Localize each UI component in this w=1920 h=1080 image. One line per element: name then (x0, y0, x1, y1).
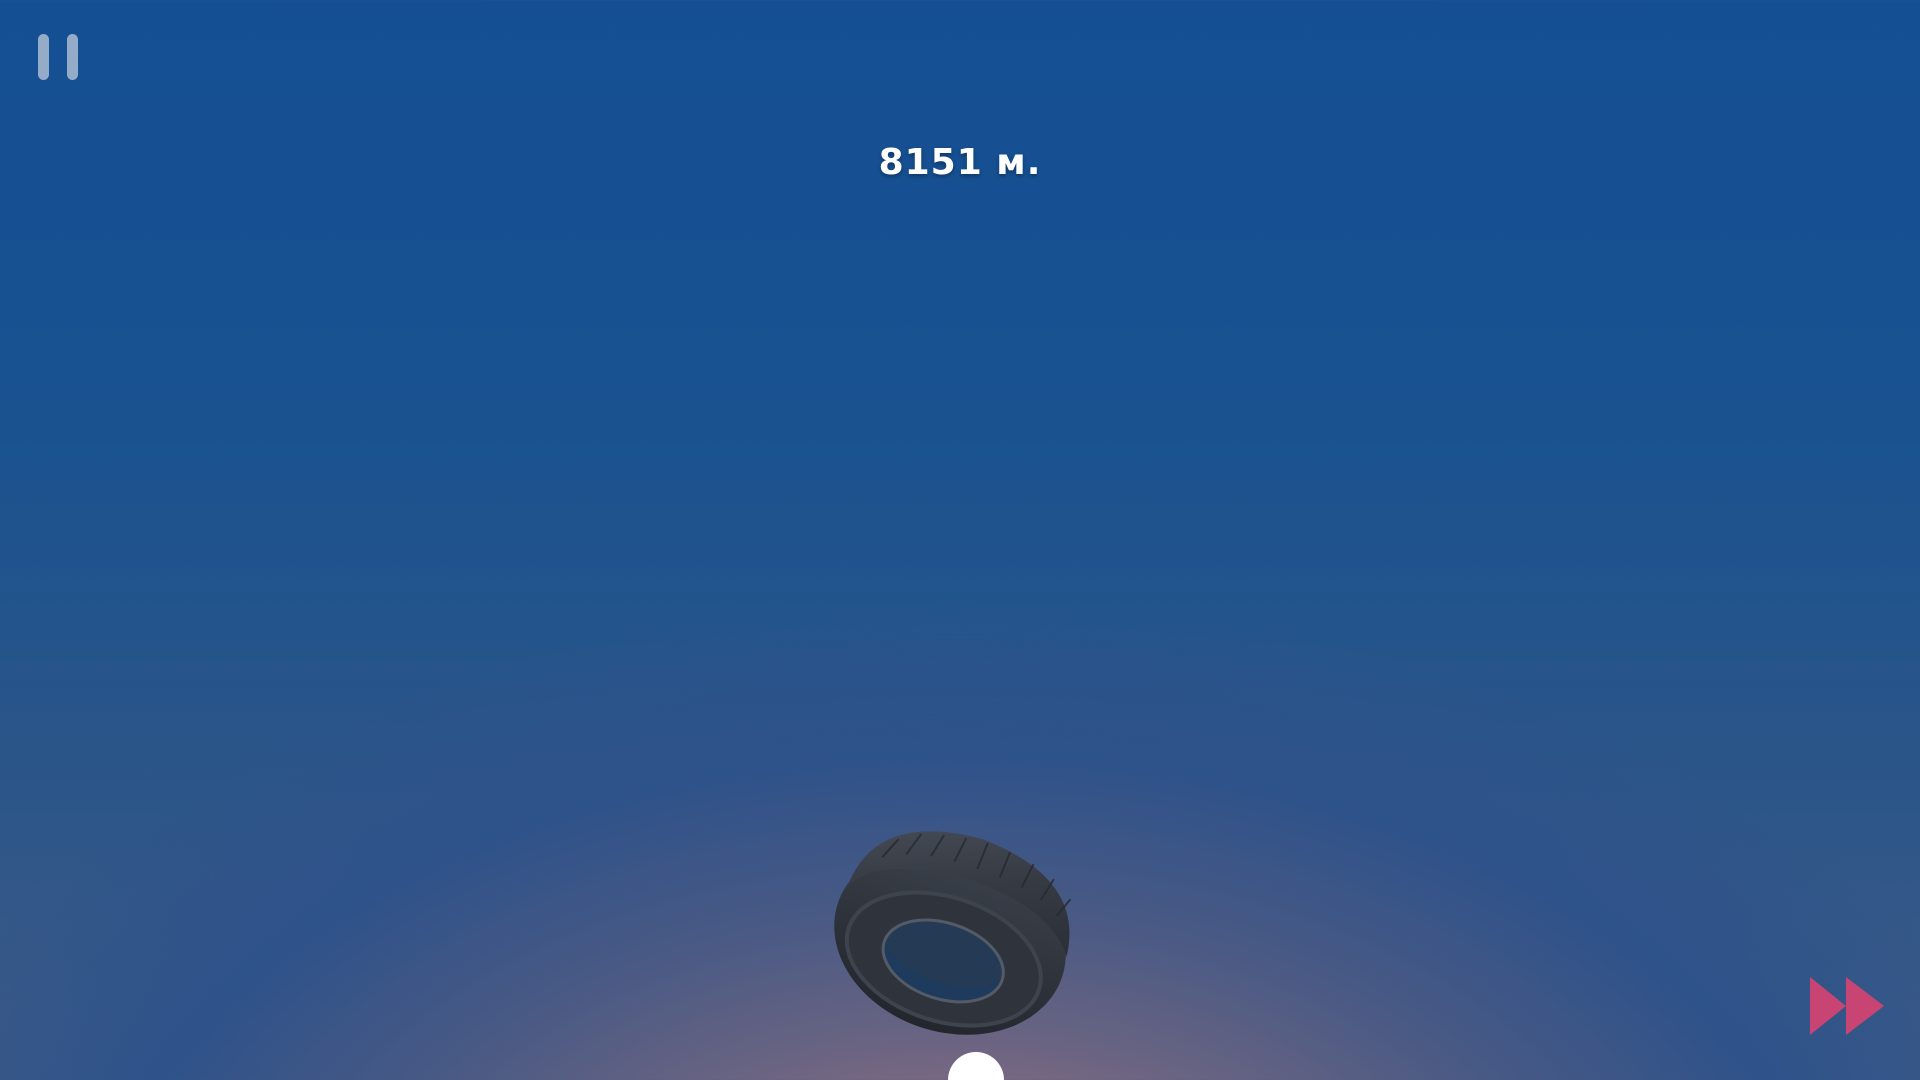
pause-icon-bar (67, 34, 78, 80)
tire (834, 831, 1072, 1035)
distance-counter: 8151 м. (878, 142, 1042, 183)
pause-button[interactable] (38, 34, 78, 82)
pause-icon (38, 34, 49, 80)
skip-button[interactable] (1808, 975, 1886, 1037)
fast-forward-icon (1810, 977, 1884, 1035)
